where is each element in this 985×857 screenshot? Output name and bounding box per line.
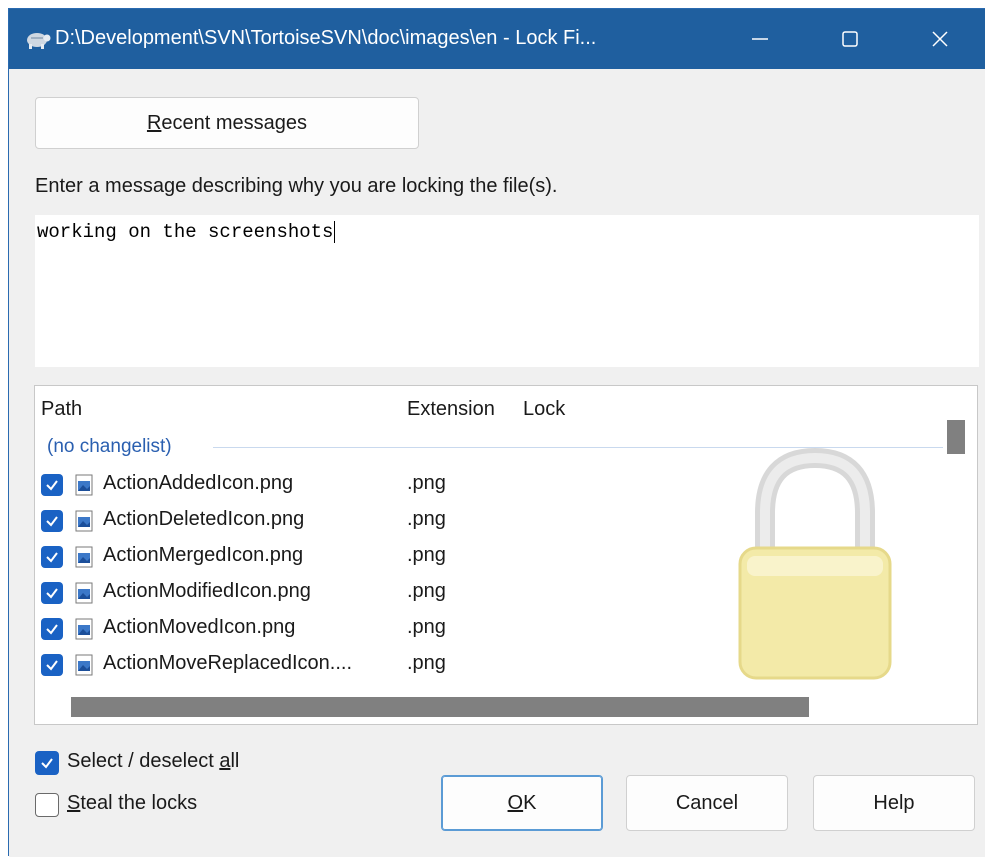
steal-locks-rest: teal the locks	[80, 792, 198, 814]
minimize-button[interactable]	[715, 9, 805, 69]
select-all-accel: a	[219, 750, 231, 772]
file-row[interactable]: ActionModifiedIcon.png .png	[35, 576, 940, 612]
select-all-prefix: Select / deselect	[67, 750, 220, 772]
checkmark-icon	[46, 624, 58, 635]
message-textarea[interactable]: working on the screenshots	[35, 215, 979, 367]
checkmark-icon	[46, 588, 58, 599]
recent-messages-rest: ecent messages	[161, 111, 308, 134]
ok-button[interactable]: OK	[441, 775, 603, 831]
file-list[interactable]: Path Extension Lock (no changelist) Acti…	[34, 385, 978, 725]
row-checkbox[interactable]	[41, 510, 63, 532]
checkmark-icon	[46, 660, 58, 671]
file-row[interactable]: ActionMergedIcon.png .png	[35, 540, 940, 576]
image-file-icon	[75, 510, 93, 532]
row-checkbox[interactable]	[41, 474, 63, 496]
steal-locks-checkbox[interactable]	[35, 793, 59, 817]
changelist-group-label: (no changelist)	[47, 436, 172, 457]
row-checkbox[interactable]	[41, 654, 63, 676]
recent-messages-label: Recent messages	[147, 112, 307, 135]
recent-messages-button[interactable]: Recent messages	[35, 97, 419, 149]
checkmark-icon	[46, 552, 58, 563]
vertical-scrollbar-thumb[interactable]	[947, 420, 965, 454]
file-extension: .png	[407, 652, 446, 674]
help-button[interactable]: Help	[813, 775, 975, 831]
tortoise-app-icon	[27, 33, 51, 49]
file-row[interactable]: ActionMovedIcon.png .png	[35, 612, 940, 648]
close-button[interactable]	[895, 9, 985, 69]
maximize-icon	[842, 31, 858, 47]
file-extension: .png	[407, 472, 446, 494]
file-row[interactable]: ActionAddedIcon.png .png	[35, 468, 940, 504]
cancel-button[interactable]: Cancel	[626, 775, 788, 831]
image-file-icon	[75, 582, 93, 604]
ok-accel: O	[507, 791, 524, 814]
ok-rest: K	[523, 791, 537, 814]
dialog-body: Recent messages Enter a message describi…	[9, 69, 985, 857]
image-file-icon	[75, 474, 93, 496]
column-header-path[interactable]: Path	[41, 398, 82, 421]
checkmark-icon	[41, 758, 53, 769]
file-name: ActionMoveReplacedIcon....	[103, 652, 353, 674]
file-row[interactable]: ActionDeletedIcon.png .png	[35, 504, 940, 540]
window-title: D:\Development\SVN\TortoiseSVN\doc\image…	[55, 27, 597, 49]
file-name: ActionModifiedIcon.png	[103, 580, 311, 602]
image-file-icon	[75, 654, 93, 676]
column-header-extension[interactable]: Extension	[407, 398, 495, 421]
file-name: ActionMovedIcon.png	[103, 616, 296, 638]
select-all-rest: ll	[230, 750, 240, 772]
row-checkbox[interactable]	[41, 582, 63, 604]
lock-files-dialog: D:\Development\SVN\TortoiseSVN\doc\image…	[8, 8, 985, 857]
image-file-icon	[75, 618, 93, 640]
file-row[interactable]: ActionMoveReplacedIcon.... .png	[35, 648, 940, 684]
file-extension: .png	[407, 580, 446, 602]
message-text-line: working on the screenshots	[37, 221, 336, 244]
file-extension: .png	[407, 616, 446, 638]
column-header-lock[interactable]: Lock	[523, 398, 565, 421]
horizontal-scrollbar-thumb[interactable]	[71, 697, 809, 717]
row-checkbox[interactable]	[41, 618, 63, 640]
file-extension: .png	[407, 508, 446, 530]
message-value: working on the screenshots	[37, 221, 334, 244]
close-icon	[932, 31, 948, 47]
steal-locks-accel: S	[67, 792, 81, 814]
row-checkbox[interactable]	[41, 546, 63, 568]
image-file-icon	[75, 546, 93, 568]
file-extension: .png	[407, 544, 446, 566]
checkmark-icon	[46, 480, 58, 491]
text-caret	[334, 221, 336, 243]
select-all-checkbox[interactable]	[35, 751, 59, 775]
maximize-button[interactable]	[805, 9, 895, 69]
checkmark-icon	[46, 516, 58, 527]
message-prompt-label: Enter a message describing why you are l…	[35, 175, 558, 197]
ok-label: OK	[508, 792, 537, 815]
recent-messages-accel: R	[146, 111, 162, 134]
steal-locks-label[interactable]: Steal the locks	[67, 792, 197, 815]
file-name: ActionAddedIcon.png	[103, 472, 294, 494]
file-name: ActionDeletedIcon.png	[103, 508, 305, 530]
file-name: ActionMergedIcon.png	[103, 544, 304, 566]
title-bar[interactable]: D:\Development\SVN\TortoiseSVN\doc\image…	[9, 9, 985, 69]
select-all-label[interactable]: Select / deselect all	[67, 750, 239, 773]
minimize-icon	[752, 38, 768, 40]
